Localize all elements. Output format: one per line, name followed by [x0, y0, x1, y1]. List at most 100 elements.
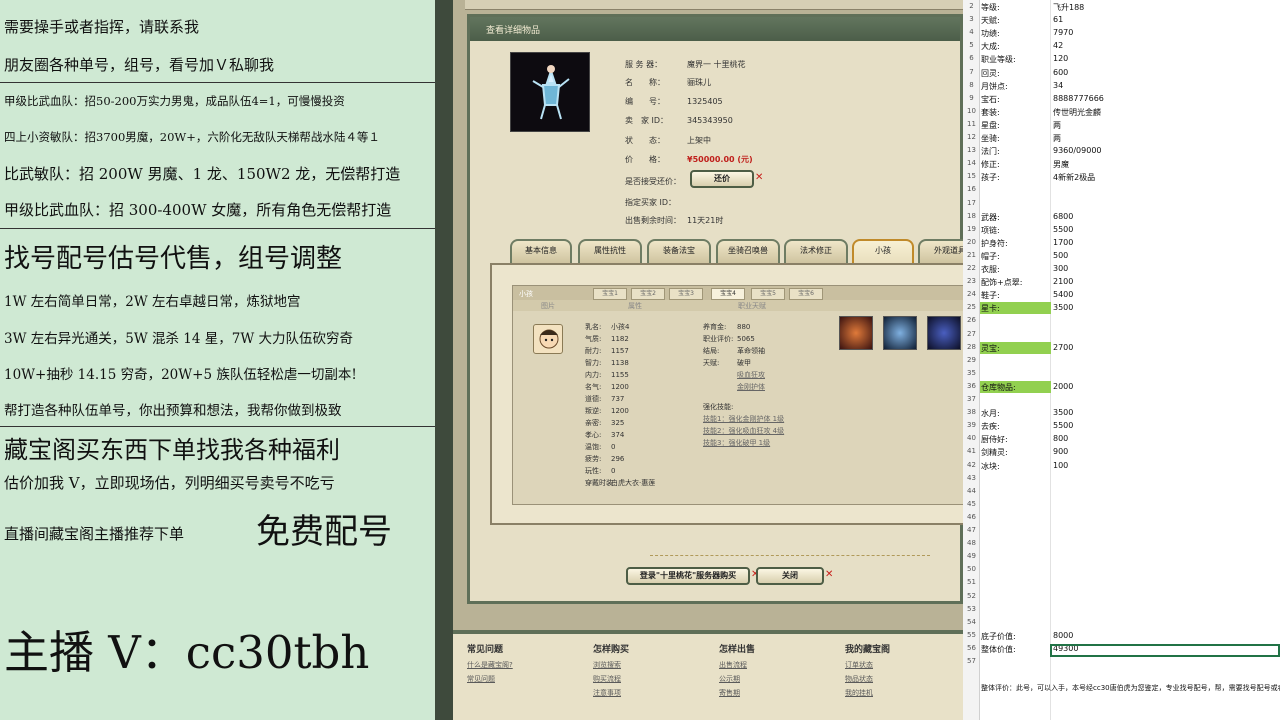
- cell-label[interactable]: 职业等级:: [981, 54, 1016, 65]
- cell-label[interactable]: 天赋:: [981, 15, 1000, 26]
- cell-value[interactable]: 5500: [1053, 421, 1073, 430]
- tab-baby-6[interactable]: 宝宝6: [789, 288, 823, 300]
- tab-baby-2[interactable]: 宝宝2: [631, 288, 665, 300]
- cell-value[interactable]: 传世明光金麟: [1053, 107, 1101, 118]
- cell-value[interactable]: 600: [1053, 68, 1068, 77]
- skill-link[interactable]: 技能1：强化金刚护体 1级: [703, 414, 784, 424]
- footer-link[interactable]: 购买流程: [593, 674, 621, 684]
- cell-value[interactable]: 2700: [1053, 343, 1073, 352]
- cell-label[interactable]: 大成:: [981, 41, 1000, 52]
- talent-link[interactable]: 金刚护体: [737, 382, 765, 392]
- skill-link[interactable]: 技能2：强化吸血狂攻 4级: [703, 426, 784, 436]
- cell-label[interactable]: 修正:: [981, 159, 1000, 170]
- tab-mounts[interactable]: 坐骑召唤兽: [716, 239, 780, 263]
- cell-label[interactable]: 星卡:: [981, 303, 1000, 314]
- tab-baby-3[interactable]: 宝宝3: [669, 288, 703, 300]
- item-detail-dialog: 查看详细物品 服 务 器： 魔界一 十里桃花 名 称： 骊珠儿 编 号： 132540…: [467, 14, 963, 604]
- cell-value[interactable]: 男魔: [1053, 159, 1069, 170]
- cell-value[interactable]: 4新新2极品: [1053, 172, 1095, 183]
- cell-label[interactable]: 水月:: [981, 408, 1000, 419]
- cell-label[interactable]: 护身符:: [981, 238, 1008, 249]
- cell-value[interactable]: 2100: [1053, 277, 1073, 286]
- cell-value[interactable]: 8888777666: [1053, 94, 1104, 103]
- cell-label[interactable]: 星盘:: [981, 120, 1000, 131]
- cell-label[interactable]: 鞋子:: [981, 290, 1000, 301]
- cell-label[interactable]: 仓库物品:: [981, 382, 1016, 393]
- cell-value[interactable]: 120: [1053, 54, 1068, 63]
- cell-label[interactable]: 回灵:: [981, 68, 1000, 79]
- cell-value[interactable]: 900: [1053, 447, 1068, 456]
- footer-link[interactable]: 物品状态: [845, 674, 873, 684]
- cell-value[interactable]: 2000: [1053, 382, 1073, 391]
- row-number: 16: [967, 185, 976, 194]
- cell-value[interactable]: 61: [1053, 15, 1063, 24]
- cell-label[interactable]: 坐骑:: [981, 133, 1000, 144]
- cell-label[interactable]: 配饰+点翠:: [981, 277, 1022, 288]
- cell-value[interactable]: 500: [1053, 251, 1068, 260]
- cell-label[interactable]: 底子价值:: [981, 631, 1016, 642]
- footer-link[interactable]: 出售流程: [719, 660, 747, 670]
- cell-label[interactable]: 宝石:: [981, 94, 1000, 105]
- cell-value[interactable]: 100: [1053, 461, 1068, 470]
- cell-value[interactable]: 6800: [1053, 212, 1073, 221]
- cell-label[interactable]: 灵宝:: [981, 343, 1000, 354]
- tab-baby-4[interactable]: 宝宝4: [711, 288, 745, 300]
- tab-baby-1[interactable]: 宝宝1: [593, 288, 627, 300]
- tab-children[interactable]: 小孩: [852, 239, 914, 263]
- cell-value[interactable]: 800: [1053, 434, 1068, 443]
- cell-value[interactable]: 飞升188: [1053, 2, 1084, 13]
- cell-label[interactable]: 孩子:: [981, 172, 1000, 183]
- cell-label[interactable]: 套装:: [981, 107, 1000, 118]
- cell-value[interactable]: 5500: [1053, 225, 1073, 234]
- cell-label[interactable]: 冰块:: [981, 461, 1000, 472]
- cell-value[interactable]: 1700: [1053, 238, 1073, 247]
- buy-on-server-button[interactable]: 登录"十里桃花"服务器购买: [626, 567, 750, 585]
- footer-link[interactable]: 公示期: [719, 674, 740, 684]
- tab-attributes[interactable]: 属性抗性: [578, 239, 642, 263]
- tab-baby-5[interactable]: 宝宝5: [751, 288, 785, 300]
- tab-spells[interactable]: 法术修正: [784, 239, 848, 263]
- cell-label[interactable]: 整体价值:: [981, 644, 1016, 655]
- cell-value[interactable]: 3500: [1053, 303, 1073, 312]
- tab-appearance[interactable]: 外观道具: [918, 239, 963, 263]
- skill-link[interactable]: 技能3：强化破甲 1级: [703, 438, 770, 448]
- cell-label[interactable]: 剑精灵:: [981, 447, 1008, 458]
- cell-value[interactable]: 3500: [1053, 408, 1073, 417]
- cell-value[interactable]: 8000: [1053, 631, 1073, 640]
- cell-value[interactable]: 两: [1053, 120, 1061, 131]
- cell-label[interactable]: 项链:: [981, 225, 1000, 236]
- footer-link[interactable]: 浏览搜索: [593, 660, 621, 670]
- promo-line-6: 甲级比武血队：招 300-400W 女魔，所有角色无偿帮打造: [4, 201, 392, 219]
- footer-link[interactable]: 什么是藏宝阁?: [467, 660, 513, 670]
- cell-label[interactable]: 法门:: [981, 146, 1000, 157]
- cell-label[interactable]: 月饼点:: [981, 81, 1008, 92]
- footer-link[interactable]: 寄售期: [719, 688, 740, 698]
- close-button[interactable]: 关闭: [756, 567, 824, 585]
- cell-label[interactable]: 厨侍好:: [981, 434, 1008, 445]
- footer-link[interactable]: 注意事项: [593, 688, 621, 698]
- cell-label[interactable]: 武器:: [981, 212, 1000, 223]
- footer-link[interactable]: 我的挂机: [845, 688, 873, 698]
- tab-equipment[interactable]: 装备法宝: [647, 239, 711, 263]
- bargain-button[interactable]: 还价: [690, 170, 754, 188]
- cell-label[interactable]: 去疾:: [981, 421, 1000, 432]
- footer-link[interactable]: 常见问题: [467, 674, 495, 684]
- cell-label[interactable]: 帽子:: [981, 251, 1000, 262]
- tab-basic-info[interactable]: 基本信息: [510, 239, 572, 263]
- cell-value[interactable]: 34: [1053, 81, 1063, 90]
- child-stat: 疲劳: 296: [585, 455, 625, 463]
- cell-label[interactable]: 衣服:: [981, 264, 1000, 275]
- footer-link[interactable]: 订单状态: [845, 660, 873, 670]
- cell-value[interactable]: 9360/09000: [1053, 146, 1102, 155]
- cell-value[interactable]: 两: [1053, 133, 1061, 144]
- cell-value[interactable]: 42: [1053, 41, 1063, 50]
- cell-label[interactable]: 功绩:: [981, 28, 1000, 39]
- cell-value[interactable]: 7970: [1053, 28, 1073, 37]
- cell-label[interactable]: 等级:: [981, 2, 1000, 13]
- talent-link[interactable]: 吸血狂攻: [737, 370, 765, 380]
- cell-value[interactable]: 300: [1053, 264, 1068, 273]
- child-career-stat: 结局: 革命领袖: [703, 347, 765, 355]
- cell-value[interactable]: 5400: [1053, 290, 1073, 299]
- row-number: 27: [967, 329, 976, 338]
- selected-cell[interactable]: [1050, 644, 1280, 657]
